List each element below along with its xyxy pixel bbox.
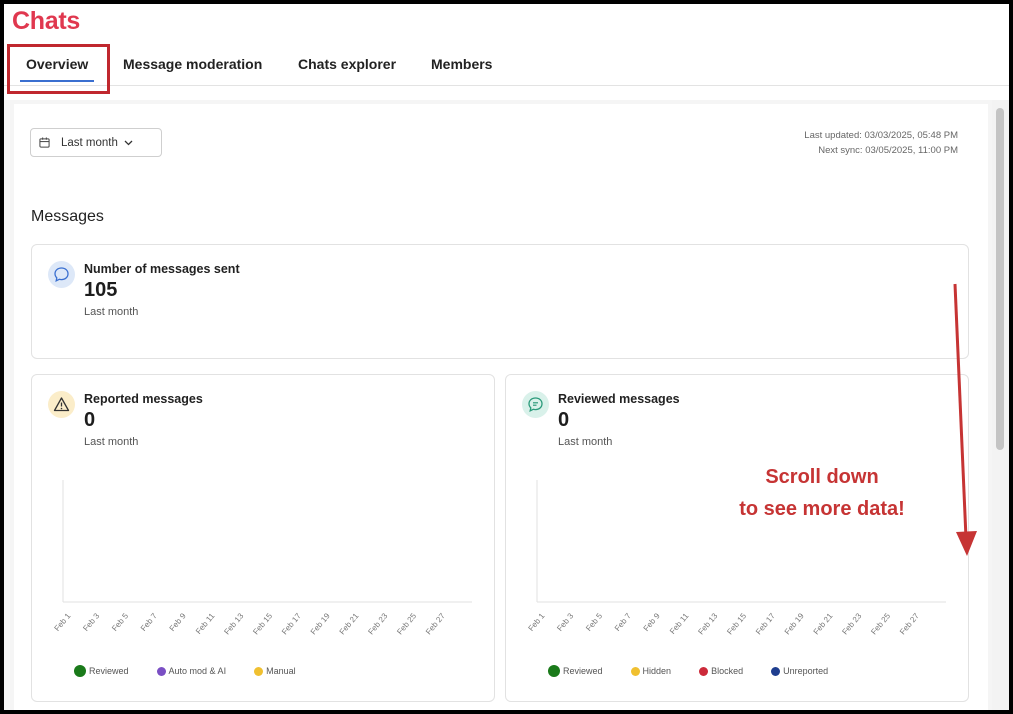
warning-icon (48, 391, 75, 418)
legend-label: Reviewed (89, 666, 129, 676)
x-tick-label: Feb 11 (668, 611, 691, 636)
section-title: Messages (31, 208, 104, 225)
tab-message-moderation[interactable]: Message moderation (123, 56, 262, 72)
next-sync-text: Next sync: 03/05/2025, 11:00 PM (818, 145, 958, 156)
legend-swatch (74, 665, 86, 677)
card-value: 0 (84, 409, 96, 431)
card-period: Last month (84, 306, 139, 318)
legend-swatch (630, 666, 640, 676)
messages-sent-card: Number of messages sent 105 Last month (31, 244, 969, 359)
legend-swatch (548, 665, 560, 677)
x-tick-label: Feb 7 (613, 611, 633, 633)
x-tick-label: Feb 1 (52, 611, 72, 633)
tab-overview[interactable]: Overview (19, 56, 95, 82)
date-range-label: Last month (61, 136, 118, 149)
scroll-thumb[interactable] (996, 108, 1004, 450)
x-tick-label: Feb 9 (168, 611, 188, 633)
legend-item[interactable]: Blocked (699, 666, 743, 676)
legend-item[interactable]: Manual (254, 666, 296, 676)
x-tick-label: Feb 15 (251, 611, 274, 636)
x-tick-label: Feb 27 (424, 611, 447, 636)
x-tick-label: Feb 17 (280, 611, 303, 636)
overview-panel: Last month Last updated: 03/03/2025, 05:… (14, 104, 988, 710)
legend-item[interactable]: Auto mod & AI (156, 666, 227, 676)
x-tick-label: Feb 13 (222, 611, 245, 636)
x-tick-label: Feb 21 (338, 611, 361, 636)
legend-label: Hidden (642, 666, 672, 676)
annotation-line-1: Scroll down (765, 466, 879, 488)
chat-bubble-icon (48, 261, 75, 288)
chart-legend: Reviewed Hidden Blocked Unreported (548, 665, 856, 677)
card-title: Reviewed messages (558, 392, 680, 406)
x-tick-label: Feb 19 (783, 611, 806, 636)
annotation-line-2: to see more data! (739, 498, 905, 520)
legend-item[interactable]: Reviewed (74, 665, 129, 677)
x-tick-label: Feb 13 (696, 611, 719, 636)
vertical-scrollbar[interactable] (992, 100, 1009, 710)
message-review-icon (522, 391, 549, 418)
date-range-dropdown[interactable]: Last month (30, 128, 162, 157)
x-tick-label: Feb 3 (81, 611, 101, 633)
x-tick-label: Feb 27 (898, 611, 921, 636)
legend-swatch (254, 666, 264, 676)
x-tick-label: Feb 23 (840, 611, 863, 636)
reported-messages-card: Reported messages 0 Last month Feb 1 Feb … (31, 374, 495, 702)
x-tick-label: Feb 9 (642, 611, 662, 633)
x-tick-label: Feb 5 (110, 611, 130, 633)
legend-label: Unreported (783, 666, 829, 676)
content-area: Last month Last updated: 03/03/2025, 05:… (4, 100, 992, 710)
card-period: Last month (84, 436, 139, 448)
last-updated-text: Last updated: 03/03/2025, 05:48 PM (804, 130, 958, 141)
legend-swatch (156, 666, 166, 676)
legend-label: Blocked (711, 666, 744, 676)
reviewed-messages-card: Reviewed messages 0 Last month Feb 1 Feb … (505, 374, 969, 702)
legend-item[interactable]: Unreported (771, 666, 828, 676)
legend-label: Reviewed (563, 666, 603, 676)
x-tick-label: Feb 3 (555, 611, 575, 633)
reported-messages-chart: Feb 1 Feb 3 Feb 5 Feb 7 Feb 9 Feb 11 Feb 13 Feb… (52, 480, 472, 636)
x-tick-label: Feb 23 (366, 611, 389, 636)
legend-swatch (699, 666, 709, 676)
x-tick-label: Feb 19 (309, 611, 332, 636)
scroll-annotation: Scroll down to see more data! (722, 461, 922, 525)
card-value: 105 (84, 279, 118, 301)
legend-label: Auto mod & AI (168, 666, 227, 676)
legend-item[interactable]: Hidden (630, 666, 672, 676)
x-tick-label: Feb 7 (139, 611, 159, 633)
legend-label: Manual (266, 666, 296, 676)
legend-item[interactable]: Reviewed (548, 665, 603, 677)
x-tick-label: Feb 17 (754, 611, 777, 636)
tab-bar: Overview Message moderation Chats explor… (4, 48, 1009, 86)
x-tick-label: Feb 1 (526, 611, 546, 633)
x-tick-label: Feb 21 (812, 611, 835, 636)
x-tick-label: Feb 25 (869, 611, 892, 636)
card-title: Number of messages sent (84, 262, 240, 276)
chevron-down-icon (124, 140, 133, 145)
page-title: Chats (12, 7, 80, 35)
x-tick-label: Feb 11 (194, 611, 217, 636)
card-title: Reported messages (84, 392, 203, 406)
tab-members[interactable]: Members (431, 56, 492, 72)
scroll-arrow-icon (953, 283, 977, 556)
x-tick-label: Feb 25 (395, 611, 418, 636)
card-value: 0 (558, 409, 570, 431)
sync-info: Last updated: 03/03/2025, 05:48 PM Next … (804, 128, 958, 158)
x-tick-label: Feb 15 (725, 611, 748, 636)
chart-legend: Reviewed Auto mod & AI Manual (74, 665, 324, 677)
legend-swatch (771, 666, 781, 676)
calendar-icon (39, 137, 50, 148)
app-window: Chats Overview Message moderation Chats … (4, 4, 1009, 710)
x-tick-label: Feb 5 (584, 611, 604, 633)
tab-chats-explorer[interactable]: Chats explorer (298, 56, 396, 72)
card-period: Last month (558, 436, 613, 448)
